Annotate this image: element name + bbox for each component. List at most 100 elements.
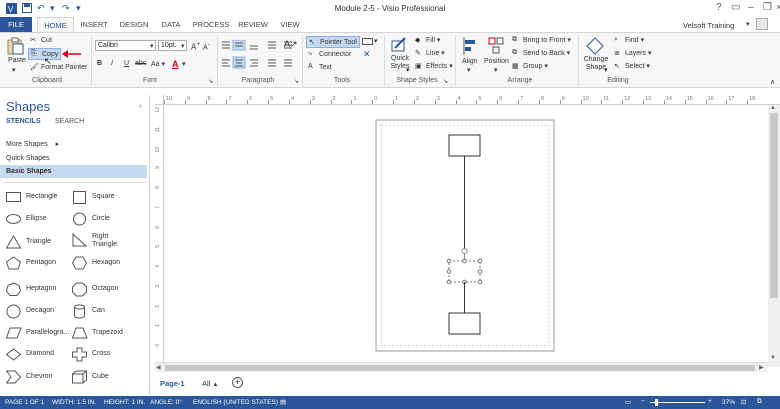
switch-windows-icon[interactable]: ⧉: [757, 398, 762, 406]
tab-insert[interactable]: INSERT: [76, 17, 112, 32]
horizontal-scroll-thumb[interactable]: [165, 365, 755, 371]
tab-file[interactable]: FILE: [0, 17, 32, 32]
font-size-dropdown-icon[interactable]: ▾: [181, 42, 185, 50]
position-button[interactable]: Position: [484, 58, 509, 65]
zoom-out-icon[interactable]: −: [641, 398, 645, 405]
change-shape-icon[interactable]: [586, 37, 604, 55]
zoom-in-icon[interactable]: +: [708, 398, 712, 405]
zoom-slider-thumb[interactable]: [655, 399, 658, 406]
shrink-font-icon[interactable]: A-: [203, 42, 210, 51]
more-shapes-item[interactable]: More Shapes ▸: [0, 138, 147, 151]
vertical-scrollbar[interactable]: ▲ ▼: [768, 105, 780, 367]
align-dropdown-icon[interactable]: ▾: [467, 66, 471, 74]
vertical-scroll-thumb[interactable]: [770, 113, 778, 298]
send-to-back-icon: ⧉: [512, 49, 517, 57]
paste-button[interactable]: Paste: [8, 57, 26, 64]
select-button[interactable]: ↖ Select ▾: [614, 62, 650, 70]
paste-dropdown-icon[interactable]: ▾: [12, 66, 16, 74]
zoom-slider[interactable]: [650, 402, 705, 403]
status-page[interactable]: PAGE 1 OF 1: [5, 399, 44, 406]
change-shape-dropdown-icon[interactable]: ▾: [604, 66, 608, 74]
drawing-canvas[interactable]: [164, 105, 768, 362]
align-button[interactable]: Align: [462, 58, 478, 65]
top-rectangle-shape[interactable]: [448, 134, 481, 157]
tab-stencils[interactable]: STENCILS: [6, 118, 41, 125]
font-family-select[interactable]: Calibri: [95, 40, 156, 51]
horizontal-scrollbar[interactable]: ◀ ▶: [155, 362, 768, 372]
user-dropdown-icon[interactable]: ▾: [746, 20, 750, 28]
quick-styles-dropdown-icon[interactable]: ▾: [406, 66, 410, 74]
fill-button[interactable]: ◆ Fill ▾: [415, 36, 440, 44]
shape-styles-dialog-launcher-icon[interactable]: ↘: [443, 78, 448, 85]
italic-button[interactable]: I: [111, 60, 113, 67]
all-pages-tab[interactable]: All ▲: [202, 379, 218, 388]
font-color-icon[interactable]: A: [172, 59, 179, 69]
scroll-down-icon[interactable]: ▼: [770, 355, 776, 361]
font-family-dropdown-icon[interactable]: ▾: [150, 42, 154, 50]
bring-to-front-button[interactable]: ⧉ Bring to Front ▾: [512, 36, 571, 44]
scroll-up-icon[interactable]: ▲: [770, 105, 776, 111]
paragraph-dialog-launcher-icon[interactable]: ↘: [294, 78, 299, 85]
layers-button[interactable]: ≣ Layers ▾: [614, 49, 651, 57]
fit-page-icon[interactable]: ▭: [625, 398, 631, 406]
selected-rectangle-shape[interactable]: [448, 260, 481, 283]
paintbrush-icon: 🖌: [30, 64, 39, 71]
ruler-tick-label: 9: [561, 96, 565, 102]
minimize-icon[interactable]: –: [748, 2, 754, 13]
add-page-button[interactable]: +: [232, 377, 243, 388]
help-icon[interactable]: ?: [716, 2, 722, 13]
status-height: HEIGHT: 1 IN.: [104, 399, 146, 406]
line-button[interactable]: ✎ Line ▾: [415, 49, 445, 57]
find-button[interactable]: ⌕ Find ▾: [614, 36, 644, 44]
tab-home[interactable]: HOME: [37, 17, 74, 32]
underline-button[interactable]: U: [124, 60, 129, 67]
position-icon[interactable]: [488, 37, 504, 55]
paste-icon[interactable]: [6, 37, 24, 57]
tab-data[interactable]: DATA: [156, 17, 186, 32]
avatar[interactable]: [756, 18, 768, 30]
user-name[interactable]: Velsoft Training: [683, 21, 734, 30]
text-tool-button[interactable]: A Text: [308, 63, 332, 71]
fit-window-icon[interactable]: ⊡: [741, 398, 746, 406]
bold-button[interactable]: B: [97, 60, 102, 67]
change-case-button[interactable]: Aa ▾: [151, 60, 165, 68]
tab-view[interactable]: VIEW: [276, 17, 304, 32]
bottom-rectangle-shape[interactable]: [448, 312, 481, 335]
strikethrough-button[interactable]: abc: [135, 60, 146, 67]
connector-button[interactable]: ⤷ Connector: [308, 50, 351, 58]
collapse-ribbon-icon[interactable]: ∧: [770, 78, 775, 86]
font-dialog-launcher-icon[interactable]: ↘: [208, 78, 213, 85]
zoom-level[interactable]: 37%: [722, 399, 735, 406]
basic-shapes-item[interactable]: Basic Shapes: [0, 165, 147, 178]
page-tab-page-1[interactable]: Page-1: [160, 379, 185, 388]
effects-button[interactable]: ▣ Effects ▾: [415, 62, 453, 70]
format-painter-button[interactable]: 🖌 Format Painter: [30, 63, 87, 71]
align-icon[interactable]: [462, 37, 478, 55]
tab-process[interactable]: PROCESS: [192, 17, 230, 32]
tab-search[interactable]: SEARCH: [55, 118, 84, 125]
ribbon-options-icon[interactable]: ▭: [731, 2, 740, 13]
grow-font-icon[interactable]: A+: [191, 41, 200, 52]
status-language[interactable]: ENGLISH (UNITED STATES): [193, 399, 278, 406]
pointer-tool-button[interactable]: ↖ Pointer Tool: [306, 36, 360, 48]
restore-icon[interactable]: ❐: [763, 2, 772, 13]
text-direction-icon[interactable]: A↗: [284, 39, 298, 50]
chevron-right-icon: ▸: [55, 141, 60, 148]
scroll-left-icon[interactable]: ◀: [156, 364, 161, 371]
connection-point-icon[interactable]: ✕: [363, 49, 371, 60]
quick-shapes-item[interactable]: Quick Shapes: [0, 152, 147, 165]
group-button[interactable]: ▦ Group ▾: [512, 62, 548, 70]
tab-design[interactable]: DESIGN: [116, 17, 152, 32]
font-color-dropdown-icon[interactable]: ▾: [182, 60, 186, 68]
rectangle-tool-icon[interactable]: [362, 38, 373, 45]
cut-button[interactable]: ✂ Cut: [30, 36, 52, 44]
macro-record-icon[interactable]: ▤: [280, 398, 286, 406]
close-icon[interactable]: ×: [776, 2, 780, 12]
quick-styles-icon[interactable]: [390, 37, 408, 53]
scroll-right-icon[interactable]: ▶: [759, 364, 764, 371]
collapse-pane-icon[interactable]: ‹: [139, 101, 142, 110]
position-dropdown-icon[interactable]: ▾: [494, 66, 498, 74]
shapes-dropdown-icon[interactable]: ▾: [374, 37, 378, 45]
tab-review[interactable]: REVIEW: [236, 17, 270, 32]
send-to-back-button[interactable]: ⧉ Send to Back ▾: [512, 49, 570, 57]
